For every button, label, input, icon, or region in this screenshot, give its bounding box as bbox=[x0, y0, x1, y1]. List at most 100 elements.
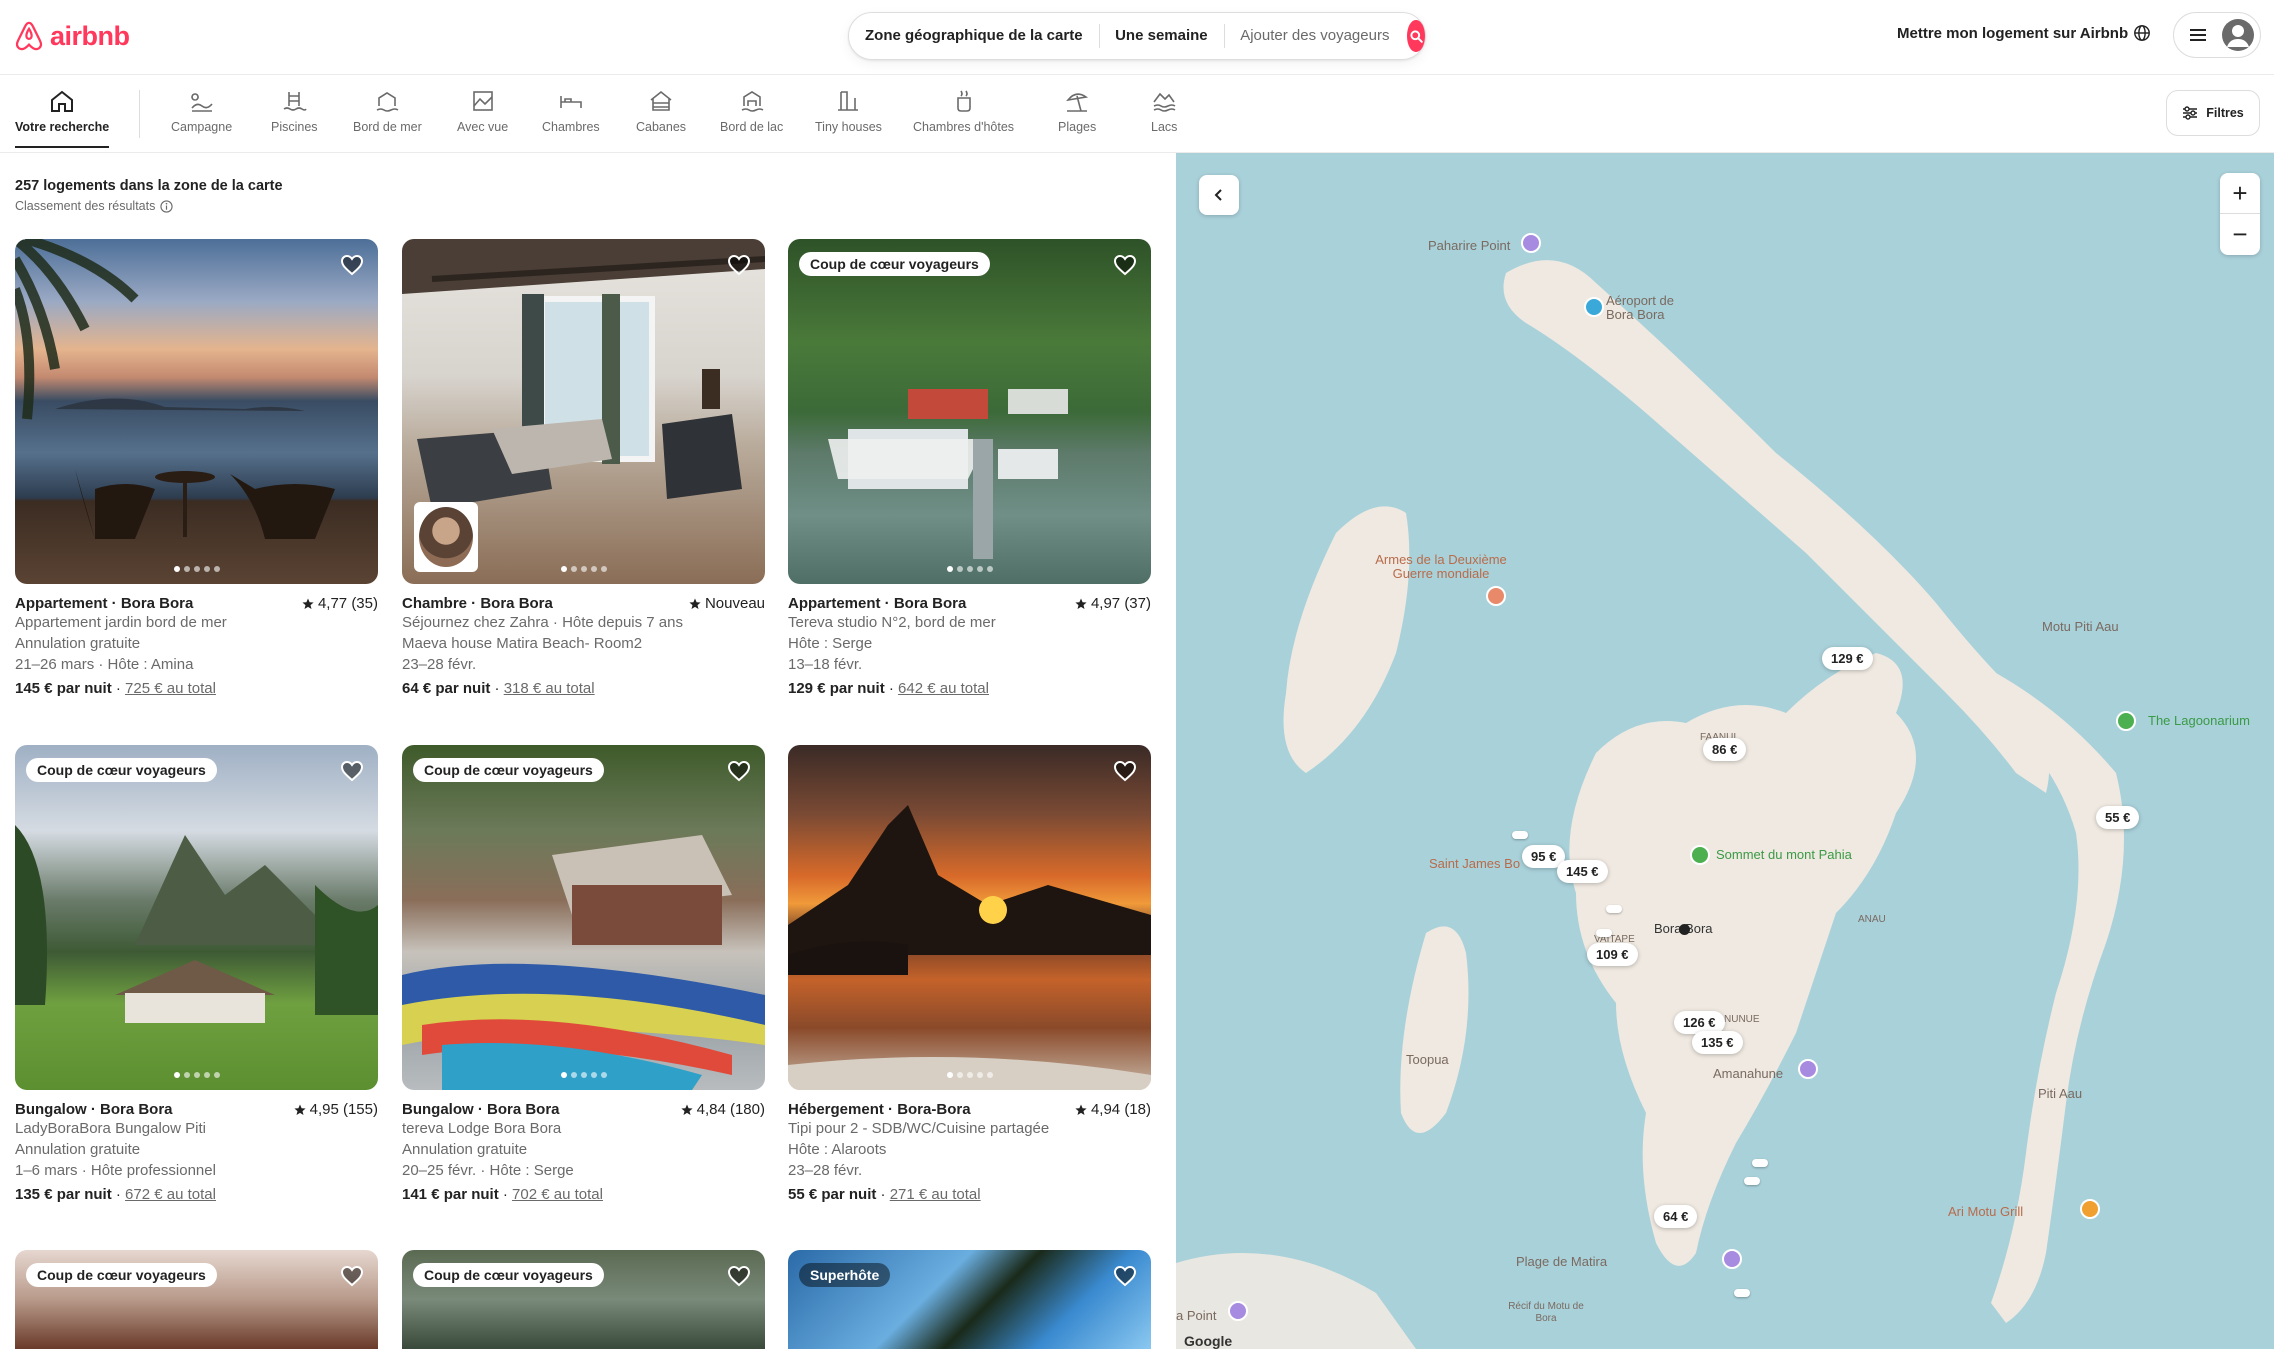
listing-photo[interactable]: Coup de cœur voyageurs bbox=[402, 745, 765, 1090]
listing-card[interactable]: Coup de cœur voyageurs Appartement · Bor… bbox=[788, 239, 1151, 697]
listing-dates: 21–26 mars · Hôte : Amina bbox=[15, 656, 194, 673]
listing-photo[interactable] bbox=[402, 239, 765, 584]
map-label: Aéroport de Bora Bora bbox=[1606, 293, 1674, 322]
category-label: Lacs bbox=[1151, 120, 1178, 134]
map-panel[interactable]: + − Paharire Point Aéroport de Bora Bora… bbox=[1176, 153, 2274, 1349]
category-label: Tiny houses bbox=[815, 120, 882, 134]
become-host-link[interactable]: Mettre mon logement sur Airbnb bbox=[1897, 25, 2128, 42]
category-votre-recherche[interactable]: Votre recherche bbox=[15, 88, 110, 148]
search-dates[interactable]: Une semaine bbox=[1099, 24, 1224, 48]
beach-marker-icon[interactable] bbox=[1722, 1249, 1742, 1269]
search-guests[interactable]: Ajouter des voyageurs bbox=[1224, 24, 1405, 48]
listing-card[interactable]: Appartement · Bora Bora 4,77 (35) Appart… bbox=[15, 239, 378, 697]
listing-dot[interactable] bbox=[1596, 929, 1612, 937]
listing-card[interactable]: Hébergement · Bora-Bora 4,94 (18) Tipi p… bbox=[788, 745, 1151, 1203]
listing-photo[interactable]: Superhôte bbox=[788, 1250, 1151, 1349]
category-bord-de-lac[interactable]: Bord de lac bbox=[720, 88, 783, 134]
wishlist-button[interactable] bbox=[1113, 759, 1137, 788]
listing-photo[interactable]: Coup de cœur voyageurs bbox=[15, 1250, 378, 1349]
results-ranking-label: Classement des résultats bbox=[15, 199, 156, 213]
price-pin[interactable]: 129 € bbox=[1822, 647, 1873, 670]
listing-total[interactable]: 271 € au total bbox=[890, 1186, 981, 1203]
category-avec-vue[interactable]: Avec vue bbox=[457, 88, 508, 134]
category-chambres-dhotes[interactable]: Chambres d'hôtes bbox=[913, 88, 1014, 134]
wishlist-button[interactable] bbox=[340, 1264, 364, 1293]
category-campagne[interactable]: Campagne bbox=[171, 88, 232, 134]
wishlist-button[interactable] bbox=[1113, 253, 1137, 282]
price-pin[interactable]: 55 € bbox=[2096, 806, 2140, 829]
star-icon bbox=[689, 598, 701, 609]
listing-card[interactable]: Coup de cœur voyageurs Bungalow · Bora B… bbox=[15, 745, 378, 1203]
listing-total[interactable]: 725 € au total bbox=[125, 680, 216, 697]
price-pin[interactable]: 109 € bbox=[1587, 943, 1638, 966]
listing-total[interactable]: 672 € au total bbox=[125, 1186, 216, 1203]
price-pin[interactable]: 86 € bbox=[1703, 738, 1747, 761]
language-button[interactable] bbox=[2133, 24, 2151, 47]
user-menu-button[interactable] bbox=[2173, 12, 2261, 58]
results-count: 257 logements dans la zone de la carte bbox=[15, 178, 283, 194]
listing-dot[interactable] bbox=[1606, 905, 1622, 913]
results-ranking[interactable]: Classement des résultats bbox=[15, 199, 173, 213]
heart-icon bbox=[727, 760, 751, 782]
listing-photo[interactable]: Coup de cœur voyageurs bbox=[788, 239, 1151, 584]
listing-photo[interactable] bbox=[15, 239, 378, 584]
listing-photo[interactable] bbox=[788, 745, 1151, 1090]
category-plages[interactable]: Plages bbox=[1058, 88, 1096, 134]
search-bar[interactable]: Zone géographique de la carte Une semain… bbox=[848, 12, 1426, 60]
listing-card[interactable]: Coup de cœur voyageurs bbox=[15, 1250, 378, 1349]
wishlist-button[interactable] bbox=[340, 253, 364, 282]
listing-description: tereva Lodge Bora Bora bbox=[402, 1120, 562, 1137]
wishlist-button[interactable] bbox=[1113, 1264, 1137, 1293]
listing-card[interactable]: Coup de cœur voyageurs bbox=[402, 1250, 765, 1349]
listing-photo[interactable]: Coup de cœur voyageurs bbox=[402, 1250, 765, 1349]
monument-icon[interactable] bbox=[1486, 586, 1506, 606]
listing-photo[interactable]: Coup de cœur voyageurs bbox=[15, 745, 378, 1090]
poi-marker-icon[interactable] bbox=[1521, 233, 1541, 253]
home-icon bbox=[51, 90, 74, 112]
poi-marker-icon[interactable] bbox=[1228, 1301, 1248, 1321]
wishlist-button[interactable] bbox=[727, 253, 751, 282]
summit-icon[interactable] bbox=[1690, 845, 1710, 865]
listing-dot[interactable] bbox=[1752, 1159, 1768, 1167]
map-label: Sommet du mont Pahia bbox=[1716, 847, 1852, 862]
restaurant-icon[interactable] bbox=[2080, 1199, 2100, 1219]
category-bord-de-mer[interactable]: Bord de mer bbox=[353, 88, 422, 134]
category-lacs[interactable]: Lacs bbox=[1151, 88, 1177, 134]
listing-title: Chambre · Bora Bora bbox=[402, 595, 553, 612]
price-pin[interactable]: 135 € bbox=[1692, 1031, 1743, 1054]
listing-dot[interactable] bbox=[1734, 1289, 1750, 1297]
filters-button[interactable]: Filtres bbox=[2166, 90, 2260, 136]
search-button[interactable] bbox=[1407, 20, 1425, 52]
listing-description: Appartement jardin bord de mer bbox=[15, 614, 227, 631]
listing-dot[interactable] bbox=[1512, 831, 1528, 839]
airbnb-logo[interactable]: airbnb bbox=[14, 20, 130, 52]
listing-total[interactable]: 702 € au total bbox=[512, 1186, 603, 1203]
listing-dot[interactable] bbox=[1744, 1177, 1760, 1185]
price-pin[interactable]: 145 € bbox=[1557, 860, 1608, 883]
listing-card[interactable]: Superhôte bbox=[788, 1250, 1151, 1349]
zoom-out-button[interactable]: − bbox=[2220, 214, 2260, 255]
category-cabanes[interactable]: Cabanes bbox=[636, 88, 686, 134]
collapse-map-button[interactable] bbox=[1199, 175, 1239, 215]
search-location[interactable]: Zone géographique de la carte bbox=[849, 24, 1099, 48]
category-chambres[interactable]: Chambres bbox=[542, 88, 600, 134]
airport-icon[interactable] bbox=[1584, 297, 1604, 317]
category-piscines[interactable]: Piscines bbox=[271, 88, 318, 134]
photo-pagination bbox=[946, 1072, 993, 1078]
listing-card[interactable]: Coup de cœur voyageurs Bungalow · Bora B… bbox=[402, 745, 765, 1203]
category-tiny-houses[interactable]: Tiny houses bbox=[815, 88, 882, 134]
wishlist-button[interactable] bbox=[727, 1264, 751, 1293]
listing-card[interactable]: Chambre · Bora Bora Nouveau Séjournez ch… bbox=[402, 239, 765, 697]
listing-detail: Annulation gratuite bbox=[15, 1141, 141, 1158]
zoom-in-button[interactable]: + bbox=[2220, 173, 2260, 214]
price-pin[interactable]: 64 € bbox=[1654, 1205, 1698, 1228]
attraction-icon[interactable] bbox=[2116, 711, 2136, 731]
hotel-icon[interactable] bbox=[1798, 1059, 1818, 1079]
wishlist-button[interactable] bbox=[727, 759, 751, 788]
listing-description: Tipi pour 2 - SDB/WC/Cuisine partagée bbox=[788, 1120, 1050, 1137]
listing-dates: 13–18 févr. bbox=[788, 656, 863, 673]
listing-total[interactable]: 318 € au total bbox=[504, 680, 595, 697]
wishlist-button[interactable] bbox=[340, 759, 364, 788]
listing-detail: Hôte : Alaroots bbox=[788, 1141, 887, 1158]
listing-total[interactable]: 642 € au total bbox=[898, 680, 989, 697]
